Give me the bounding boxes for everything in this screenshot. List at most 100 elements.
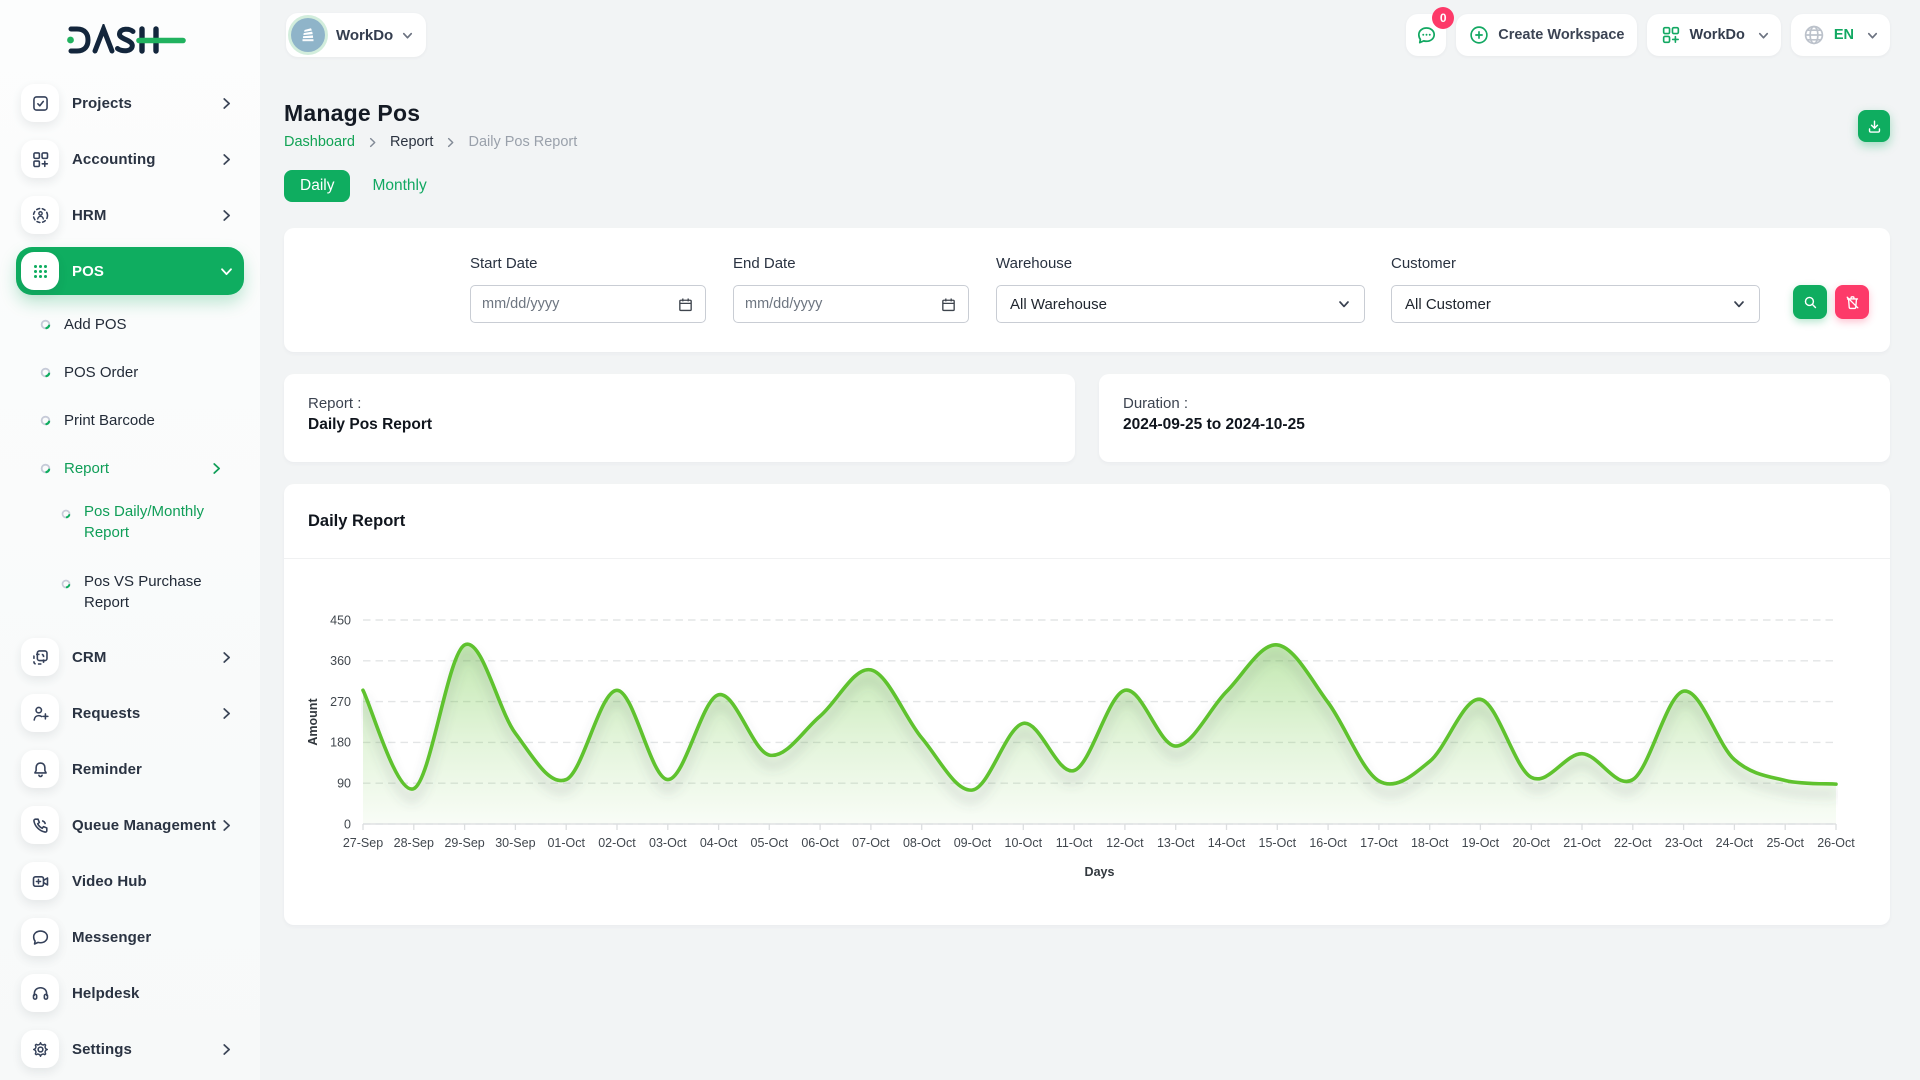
customer-select[interactable]: All Customer [1391,285,1760,323]
brand-logo[interactable] [0,0,260,62]
start-date-input[interactable]: mm/dd/yyyy [470,285,706,323]
chevron-down-icon [1732,297,1746,311]
sidebar-item-video-hub[interactable]: Video Hub [16,860,244,902]
sidebar-item-queue-management[interactable]: Queue Management [16,804,244,846]
workspace-menu-button[interactable]: WorkDo [1647,14,1781,56]
sidebar-item-label: Messenger [72,929,244,946]
sidebar-subitem-add-pos[interactable]: Add POS [16,309,244,339]
calendar-icon [677,296,694,313]
sidebar-nav: Projects Accounting HRM POS Add POS POS … [0,62,260,1070]
search-button[interactable] [1793,285,1827,319]
disc-bullet-icon [61,571,71,613]
sidebar-item-helpdesk[interactable]: Helpdesk [16,972,244,1014]
chevron-down-icon [1866,29,1879,42]
sidebar-item-label: Projects [72,95,219,112]
svg-text:26-Oct: 26-Oct [1817,836,1855,850]
sidebar-subitem-report[interactable]: Report [16,453,244,483]
y-axis-title: Amount [306,698,320,746]
disc-bullet-icon [40,367,51,378]
language-label: EN [1834,27,1854,43]
download-icon [1866,118,1883,135]
report-summary-value: Daily Pos Report [308,416,1051,434]
svg-text:25-Oct: 25-Oct [1766,836,1804,850]
customer-group: Customer All Customer [1391,255,1760,323]
breadcrumb-dashboard[interactable]: Dashboard [284,134,355,150]
sidebar-item-messenger[interactable]: Messenger [16,916,244,958]
svg-text:0: 0 [344,817,351,831]
warehouse-value: All Warehouse [1010,296,1337,313]
search-icon [1802,294,1819,311]
chevron-down-icon [1337,297,1351,311]
sidebar-subitem-pos-daily-monthly-report[interactable]: Pos Daily/Monthly Report [16,501,244,543]
calendar-icon [940,296,957,313]
svg-text:360: 360 [330,654,351,668]
sidebar-item-crm[interactable]: CRM [16,636,244,678]
sidebar-item-accounting[interactable]: Accounting [16,138,244,180]
sidebar-subitem-pos-order[interactable]: POS Order [16,357,244,387]
workspace-label: WorkDo [336,27,393,44]
end-date-placeholder: mm/dd/yyyy [745,296,940,312]
chevron-right-icon [219,1042,234,1057]
svg-text:28-Sep: 28-Sep [394,836,434,850]
svg-text:27-Sep: 27-Sep [343,836,383,850]
svg-text:270: 270 [330,695,351,709]
daily-report-card: Daily Report 090180270360450Amount27-Sep… [284,484,1890,925]
sidebar: Projects Accounting HRM POS Add POS POS … [0,0,260,1080]
warehouse-select[interactable]: All Warehouse [996,285,1365,323]
report-summary-label: Report : [308,395,1051,412]
svg-text:23-Oct: 23-Oct [1665,836,1703,850]
svg-text:29-Sep: 29-Sep [444,836,484,850]
report-summary-card: Report : Daily Pos Report [284,374,1075,462]
sidebar-subitem-label: Add POS [64,314,244,335]
workspace-selector[interactable]: WorkDo [286,13,426,57]
svg-text:18-Oct: 18-Oct [1411,836,1449,850]
x-axis-title: Days [1085,865,1115,879]
end-date-input[interactable]: mm/dd/yyyy [733,285,969,323]
chevron-right-icon [445,137,456,148]
sidebar-item-requests[interactable]: Requests [16,692,244,734]
main-content: Manage Pos Dashboard Report Daily Pos Re… [284,70,1890,925]
breadcrumb-report[interactable]: Report [390,134,434,150]
svg-text:05-Oct: 05-Oct [751,836,789,850]
start-date-group: Start Date mm/dd/yyyy [470,255,706,323]
reset-filter-button[interactable] [1835,285,1869,319]
chevron-right-icon [219,208,234,223]
sidebar-item-pos[interactable]: POS [16,247,244,295]
breadcrumb-current: Daily Pos Report [468,134,577,150]
sidebar-item-label: Video Hub [72,873,244,890]
svg-text:01-Oct: 01-Oct [547,836,585,850]
svg-text:90: 90 [337,777,351,791]
sidebar-item-settings[interactable]: Settings [16,1028,244,1070]
trash-off-icon [1844,294,1861,311]
create-workspace-button[interactable]: Create Workspace [1456,14,1636,56]
warehouse-group: Warehouse All Warehouse [996,255,1365,323]
svg-text:19-Oct: 19-Oct [1462,836,1500,850]
sidebar-item-projects[interactable]: Projects [16,82,244,124]
messages-button[interactable]: 0 [1406,14,1446,56]
svg-text:12-Oct: 12-Oct [1106,836,1144,850]
chat-bubble-icon [1415,24,1438,47]
chevron-down-icon [219,264,234,279]
tab-monthly[interactable]: Monthly [364,170,434,202]
workspace-menu-label: WorkDo [1690,27,1745,43]
chevron-down-icon [1757,29,1770,42]
chevron-right-icon [219,706,234,721]
globe-icon [1802,23,1826,47]
sidebar-submenu-pos: Add POS POS Order Print Barcode Report P… [16,309,244,613]
sidebar-item-label: POS [72,263,219,280]
sidebar-subitem-label: Pos VS Purchase Report [84,571,209,613]
sidebar-subitem-pos-vs-purchase-report[interactable]: Pos VS Purchase Report [16,571,244,613]
sidebar-item-label: HRM [72,207,219,224]
svg-text:14-Oct: 14-Oct [1208,836,1246,850]
svg-text:20-Oct: 20-Oct [1512,836,1550,850]
sidebar-item-reminder[interactable]: Reminder [16,748,244,790]
end-date-group: End Date mm/dd/yyyy [733,255,969,323]
sidebar-item-hrm[interactable]: HRM [16,194,244,236]
customer-value: All Customer [1405,296,1732,313]
language-menu-button[interactable]: EN [1791,14,1890,56]
tab-daily[interactable]: Daily [284,170,350,202]
warehouse-label: Warehouse [996,255,1365,272]
download-button[interactable] [1858,110,1890,142]
chevron-right-icon [209,461,224,476]
sidebar-subitem-print-barcode[interactable]: Print Barcode [16,405,244,435]
